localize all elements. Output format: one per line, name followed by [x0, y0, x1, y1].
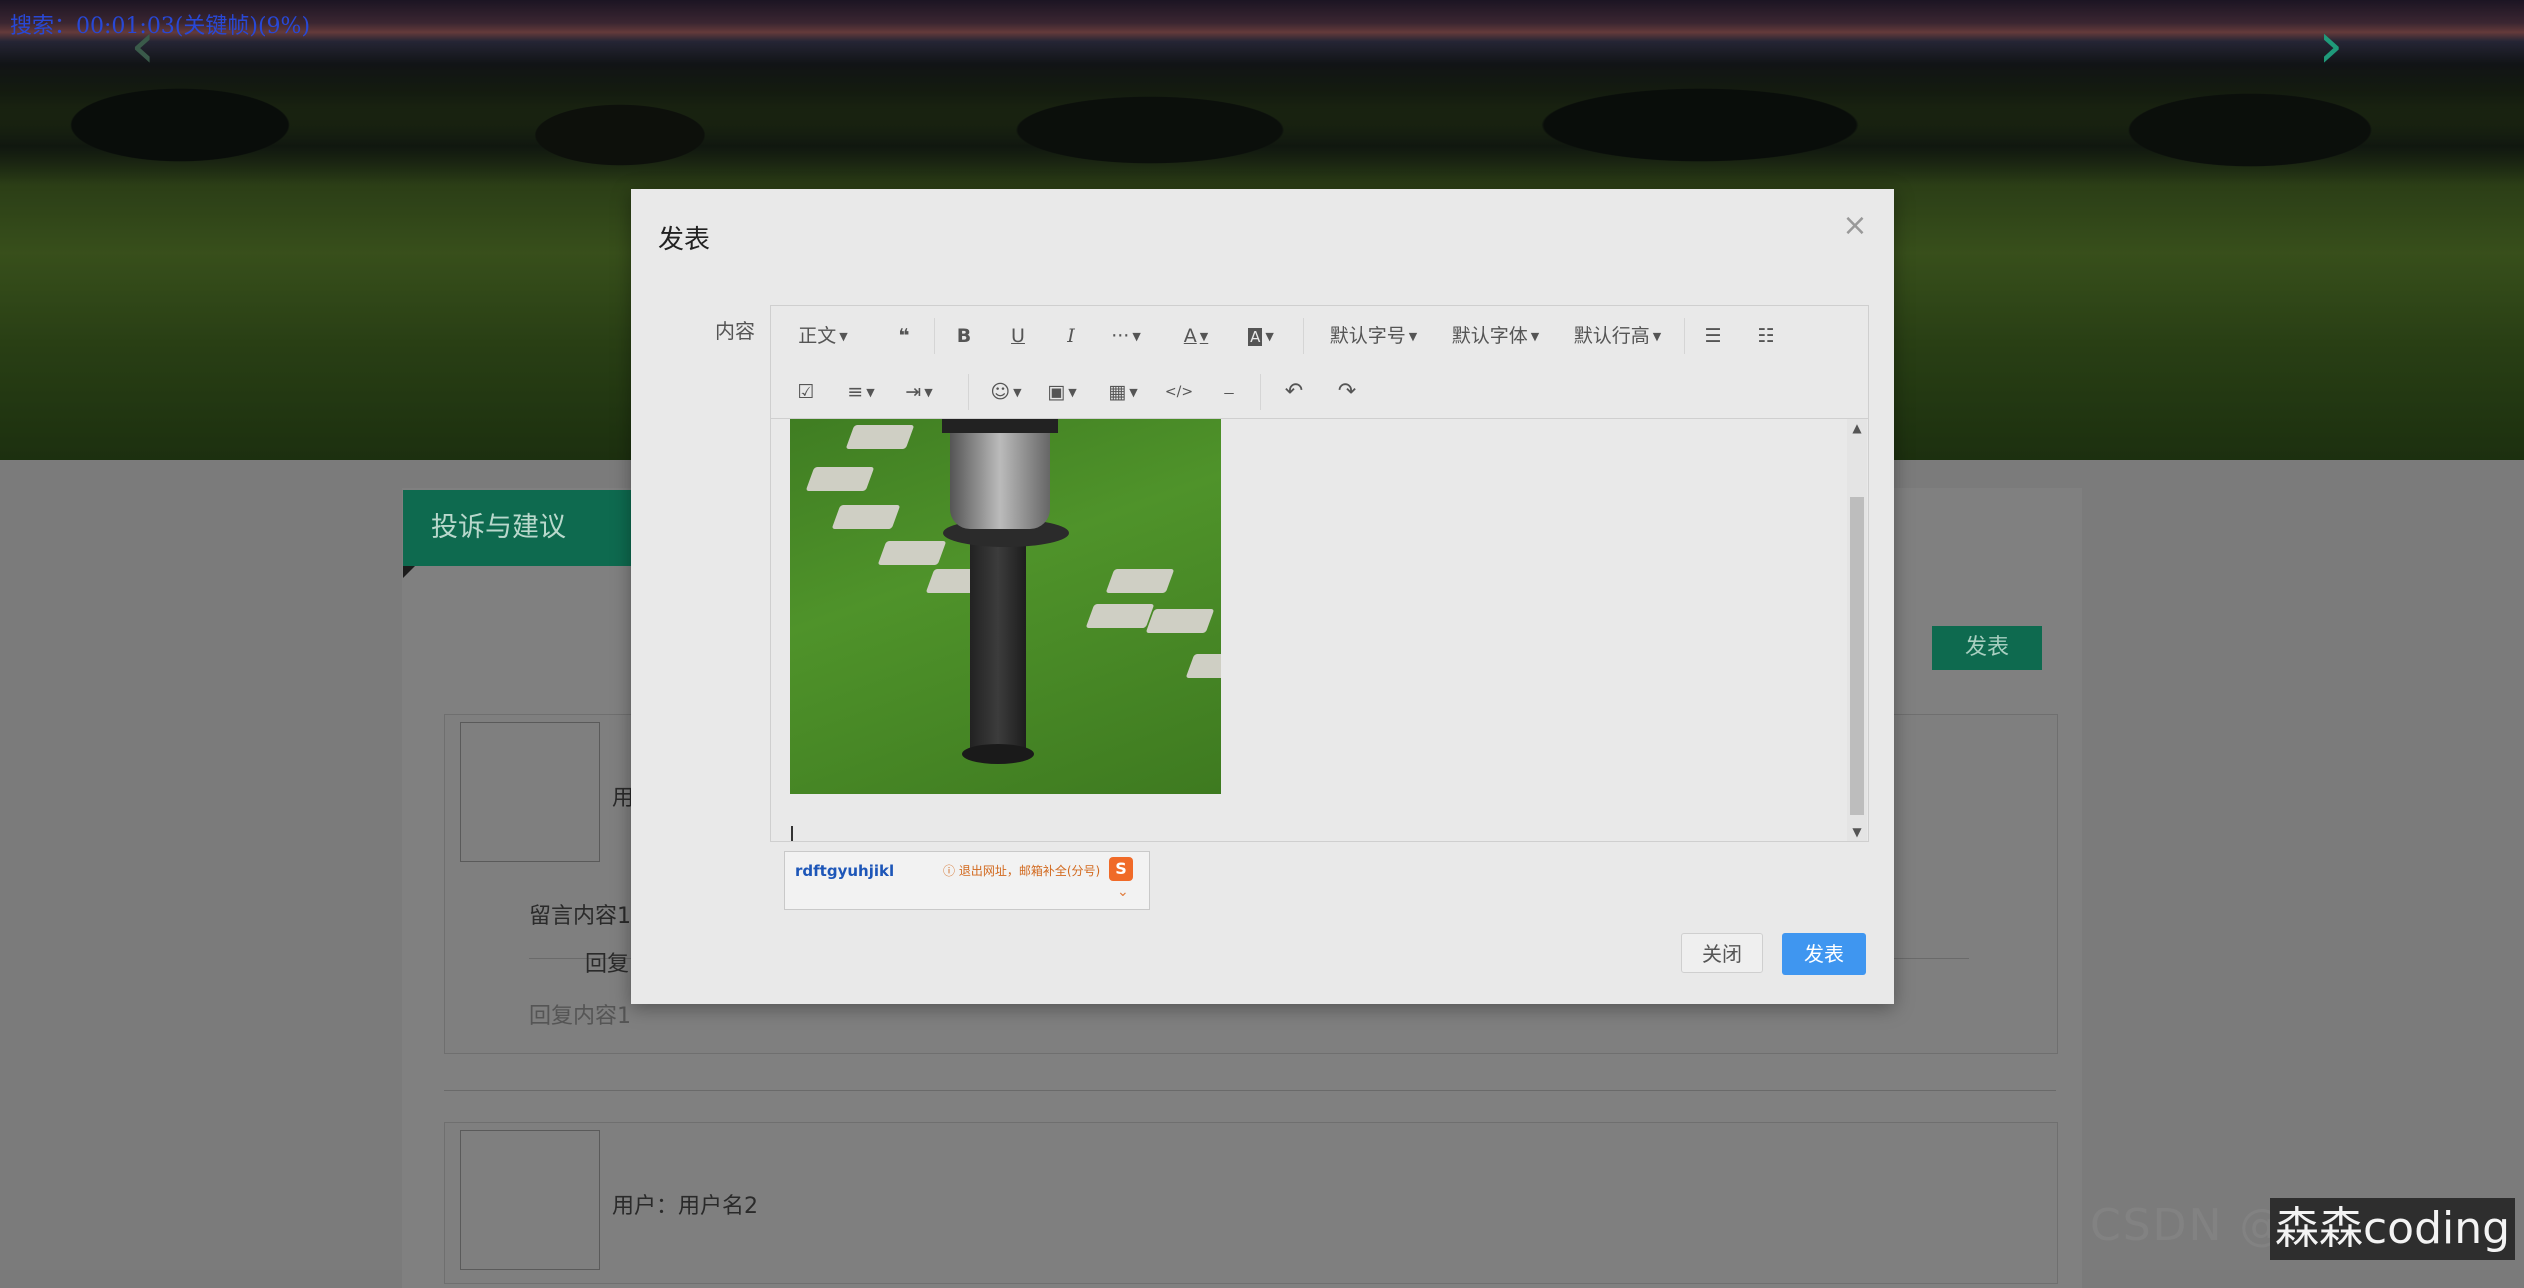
bold-icon[interactable]: B: [949, 320, 979, 352]
font-size-label: 默认字号: [1329, 325, 1406, 347]
line-height-dropdown[interactable]: 默认行高 ▼: [1570, 320, 1665, 352]
scrollbar-thumb[interactable]: [1850, 497, 1864, 815]
close-button[interactable]: 关闭: [1681, 933, 1763, 973]
publish-modal: 发表 × 内容 正文 ▼ ❝ B U I ··· ▼ A ▼ A ▼ 默认字号 ▼ 默认字…: [631, 189, 1894, 1004]
chevron-down-icon[interactable]: ⌄: [1117, 884, 1129, 900]
bullet-list-icon[interactable]: ☰: [1698, 320, 1728, 352]
code-icon[interactable]: </>: [1159, 376, 1199, 408]
publish-button[interactable]: 发表: [1782, 933, 1866, 975]
font-family-dropdown[interactable]: 默认字体 ▼: [1448, 320, 1543, 352]
undo-icon[interactable]: ↶: [1279, 376, 1309, 408]
more-styles-dropdown[interactable]: ··· ▼: [1101, 320, 1151, 352]
divider-icon[interactable]: ⎯: [1211, 376, 1247, 408]
font-color-icon: A: [1183, 325, 1197, 347]
ordered-list-icon[interactable]: ☷: [1751, 320, 1781, 352]
editor-toolbar: 正文 ▼ ❝ B U I ··· ▼ A ▼ A ▼ 默认字号 ▼ 默认字体 ▼ 默认行高 ▼…: [771, 306, 1868, 419]
page-publish-button[interactable]: 发表: [1932, 626, 2042, 670]
section-title: 投诉与建议: [403, 490, 643, 566]
emoji-icon: ☺: [990, 381, 1011, 403]
search-status: 搜索：00:01:03(关键帧)(9%): [10, 14, 311, 39]
carousel-next-icon[interactable]: ›: [2318, 14, 2358, 78]
indent-icon: ⇥: [905, 381, 922, 403]
quote-icon[interactable]: ❝: [889, 320, 919, 352]
watermark-blurred: CSDN @: [2090, 1200, 2286, 1251]
image-dropdown[interactable]: ▣ ▼: [1041, 376, 1083, 408]
user-label: 用户：用户名2: [612, 1194, 758, 1219]
align-dropdown[interactable]: ≡ ▼: [841, 376, 881, 408]
avatar: [460, 1130, 600, 1270]
image-icon: ▣: [1047, 381, 1066, 403]
paragraph-format-label: 正文: [798, 325, 837, 347]
line-height-label: 默认行高: [1573, 325, 1650, 347]
font-family-label: 默认字体: [1451, 325, 1528, 347]
editor-content-area[interactable]: [771, 419, 1847, 841]
ime-input-text: rdftgyuhjikl: [795, 862, 895, 880]
italic-icon[interactable]: I: [1056, 320, 1086, 352]
reply-content: 回复内容1: [529, 1004, 631, 1029]
text-cursor: [791, 826, 793, 841]
reply-label: 回复: [585, 952, 630, 977]
scroll-up-icon[interactable]: ▲: [1847, 421, 1867, 435]
underline-icon[interactable]: U: [1003, 320, 1033, 352]
message-content: 留言内容1: [529, 904, 631, 929]
sogou-logo-icon: S: [1109, 857, 1133, 881]
avatar: [460, 722, 600, 862]
redo-icon[interactable]: ↷: [1332, 376, 1362, 408]
ime-hint: ⓘ 退出网址，邮箱补全(分号): [943, 864, 1101, 878]
emoji-dropdown[interactable]: ☺ ▼: [986, 376, 1026, 408]
font-color-dropdown[interactable]: A ▼: [1174, 320, 1218, 352]
table-dropdown[interactable]: ▦ ▼: [1101, 376, 1145, 408]
rich-text-editor: 正文 ▼ ❝ B U I ··· ▼ A ▼ A ▼ 默认字号 ▼ 默认字体 ▼ 默认行高 ▼…: [770, 305, 1869, 842]
more-icon: ···: [1111, 325, 1130, 347]
font-size-dropdown[interactable]: 默认字号 ▼: [1326, 320, 1421, 352]
content-label: 内容: [715, 319, 755, 343]
background-color-dropdown[interactable]: A ▼: [1239, 320, 1283, 352]
modal-title: 发表: [658, 225, 711, 255]
scroll-down-icon[interactable]: ▼: [1847, 825, 1867, 839]
ime-candidate-popup[interactable]: rdftgyuhjikl ⓘ 退出网址，邮箱补全(分号) S ⌄: [784, 851, 1150, 910]
indent-dropdown[interactable]: ⇥ ▼: [897, 376, 941, 408]
background-color-icon: A: [1248, 328, 1263, 346]
table-icon: ▦: [1108, 381, 1127, 403]
close-icon[interactable]: ×: [1840, 211, 1870, 241]
paragraph-format-dropdown[interactable]: 正文 ▼: [793, 320, 853, 352]
watermark: 森森coding: [2270, 1198, 2515, 1260]
align-icon: ≡: [847, 381, 864, 403]
inserted-image[interactable]: [790, 419, 1221, 794]
editor-scrollbar[interactable]: ▲ ▼: [1847, 419, 1867, 841]
todo-icon[interactable]: ☑: [791, 376, 821, 408]
